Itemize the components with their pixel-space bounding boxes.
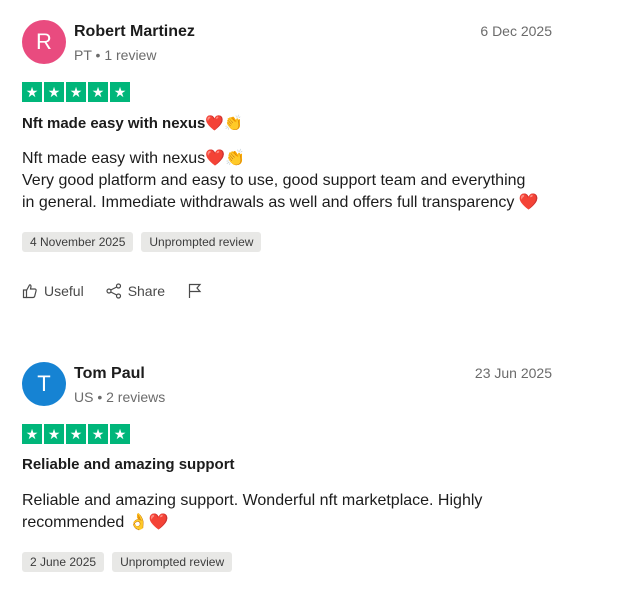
review-body-line: Very good platform and easy to use, good…	[22, 172, 526, 189]
review-tags: 4 November 2025 Unprompted review	[22, 232, 262, 252]
thumbs-up-icon	[22, 283, 38, 299]
review-body-line: in general. Immediate withdrawals as wel…	[22, 194, 539, 211]
star-icon: ★	[88, 82, 108, 102]
experience-date-badge: 4 November 2025	[22, 232, 134, 252]
star-rating: ★ ★ ★ ★ ★	[22, 82, 130, 102]
review-actions: Useful Share	[22, 283, 203, 299]
reviewer-meta: US • 2 reviews	[74, 389, 166, 405]
star-icon: ★	[88, 424, 108, 444]
star-icon: ★	[22, 82, 42, 102]
experience-date-badge: 2 June 2025	[22, 552, 105, 572]
reviewer-name[interactable]: Robert Martinez	[74, 23, 195, 41]
share-button[interactable]: Share	[106, 283, 165, 299]
unprompted-badge[interactable]: Unprompted review	[112, 552, 233, 572]
avatar-letter: R	[36, 29, 52, 54]
review-body: Nft made easy with nexus❤️👏 Very good pl…	[22, 148, 562, 214]
review-body-line: recommended 👌❤️	[22, 514, 169, 531]
star-icon: ★	[44, 424, 64, 444]
unprompted-badge[interactable]: Unprompted review	[141, 232, 262, 252]
avatar[interactable]: R	[22, 20, 66, 64]
review-body-line: Nft made easy with nexus❤️👏	[22, 150, 246, 167]
review-date: 6 Dec 2025	[480, 23, 552, 39]
useful-button[interactable]: Useful	[22, 283, 84, 299]
star-rating: ★ ★ ★ ★ ★	[22, 424, 130, 444]
review-title[interactable]: Nft made easy with nexus❤️👏	[22, 114, 243, 132]
review-body-line: Reliable and amazing support. Wonderful …	[22, 492, 483, 509]
review-date: 23 Jun 2025	[474, 365, 552, 381]
star-icon: ★	[66, 82, 86, 102]
report-button[interactable]	[187, 283, 203, 299]
share-label: Share	[127, 283, 166, 299]
useful-label: Useful	[44, 283, 84, 299]
review-body: Reliable and amazing support. Wonderful …	[22, 490, 562, 534]
flag-icon	[187, 283, 203, 299]
share-icon	[106, 283, 122, 299]
review-tags: 2 June 2025 Unprompted review	[22, 552, 233, 572]
avatar[interactable]: T	[22, 362, 66, 406]
reviewer-name[interactable]: Tom Paul	[74, 365, 145, 383]
reviewer-meta: PT • 1 review	[74, 47, 157, 63]
star-icon: ★	[66, 424, 86, 444]
star-icon: ★	[110, 424, 130, 444]
star-icon: ★	[22, 424, 42, 444]
star-icon: ★	[110, 82, 130, 102]
star-icon: ★	[44, 82, 64, 102]
avatar-letter: T	[37, 371, 51, 396]
review-title[interactable]: Reliable and amazing support	[22, 456, 235, 473]
